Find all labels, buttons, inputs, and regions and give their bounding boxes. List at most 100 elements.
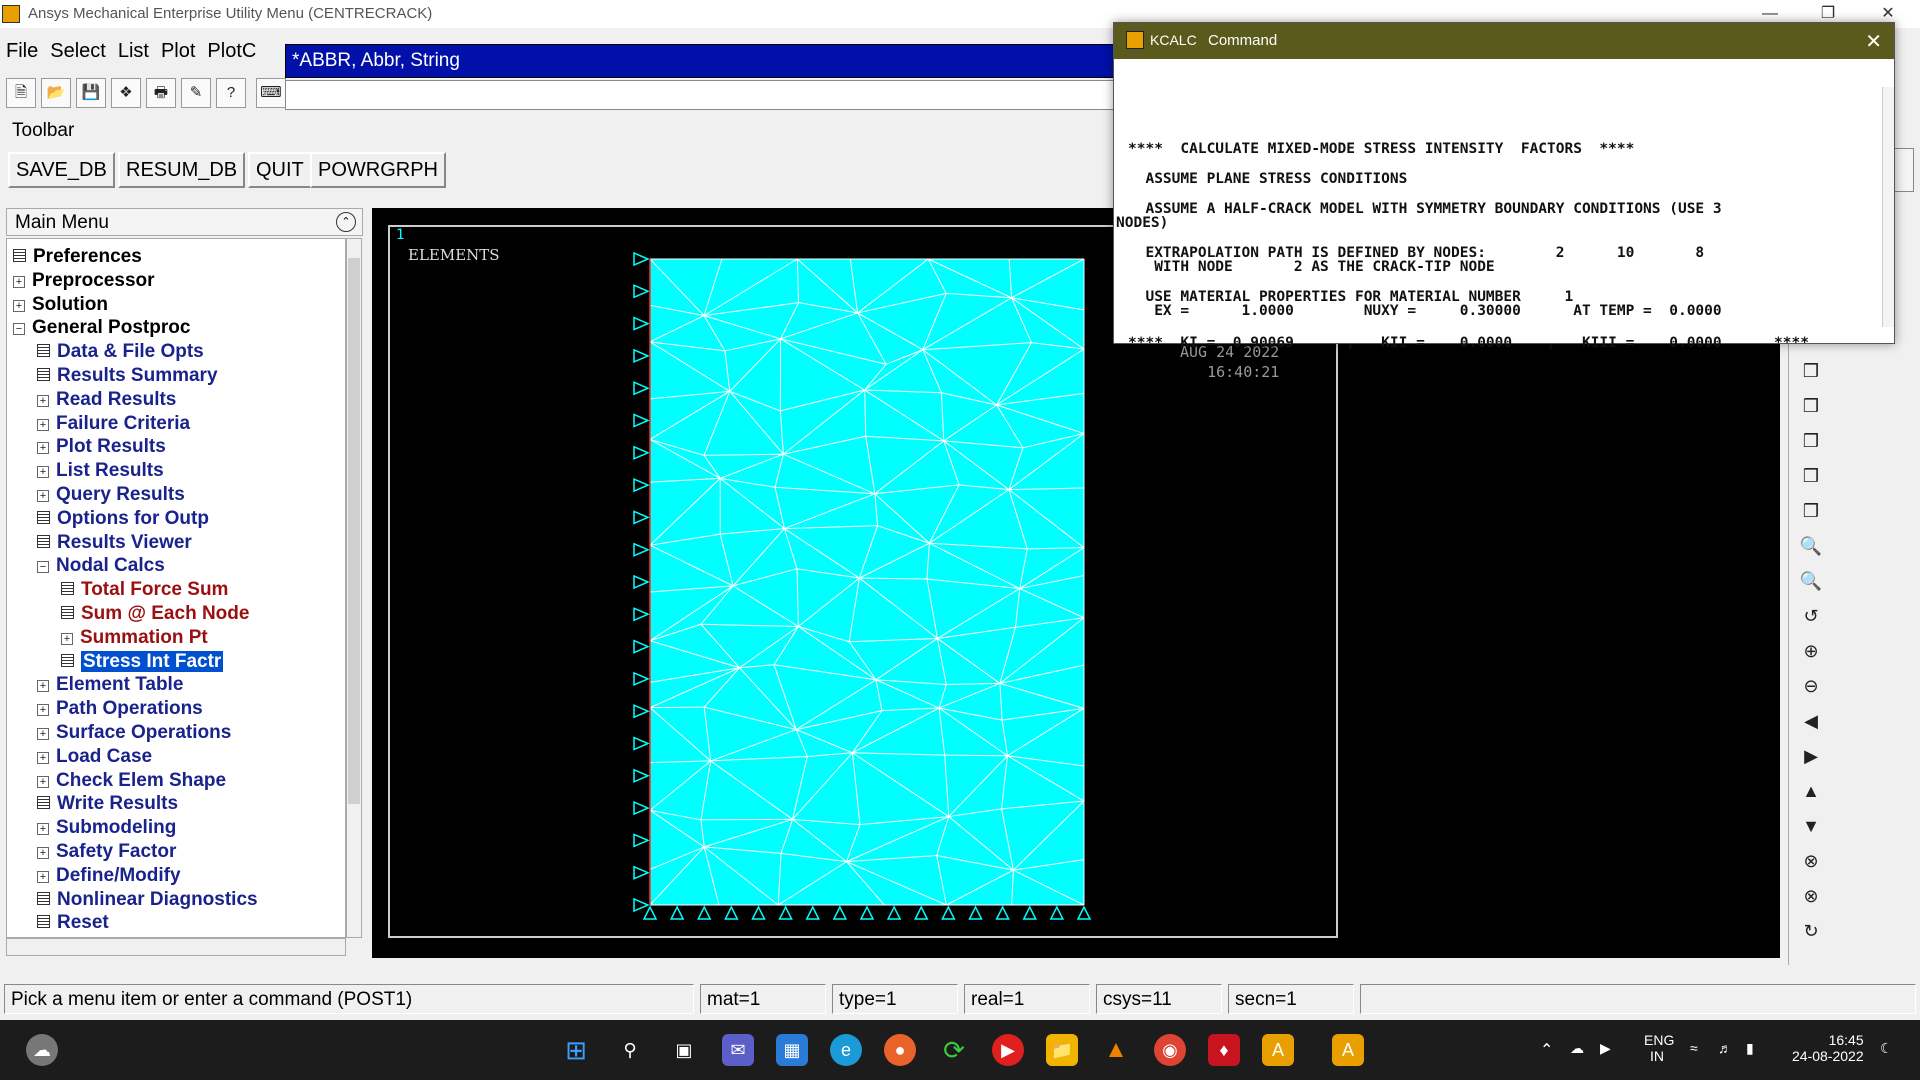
- ansys-active-taskbar-icon[interactable]: A: [1332, 1034, 1364, 1066]
- right-view-icon[interactable]: ❒: [1795, 461, 1827, 491]
- document-icon[interactable]: [37, 510, 50, 524]
- powrgrph-button[interactable]: POWRGRPH: [310, 152, 446, 188]
- pan-right-icon[interactable]: ▶: [1795, 741, 1827, 771]
- expand-icon[interactable]: +: [37, 394, 49, 407]
- tree-item-check-elem-shape[interactable]: + Check Elem Shape: [37, 769, 226, 792]
- pan-down-icon[interactable]: ▼: [1795, 811, 1827, 841]
- chevron-up-icon[interactable]: ⌃: [1540, 1040, 1553, 1060]
- store-icon[interactable]: ▦: [776, 1034, 808, 1066]
- zoom-fit-icon[interactable]: 🔍: [1795, 531, 1827, 561]
- rotate-z-icon[interactable]: ↻: [1795, 916, 1827, 946]
- new-file-icon[interactable]: 🗎: [6, 78, 36, 108]
- tree-item-read-results[interactable]: + Read Results: [37, 388, 176, 411]
- popup-scrollbar[interactable]: [1882, 87, 1894, 327]
- tree-item-results-viewer[interactable]: Results Viewer: [37, 531, 192, 554]
- ansys-taskbar-icon[interactable]: A: [1262, 1034, 1294, 1066]
- tree-item-submodeling[interactable]: + Submodeling: [37, 816, 176, 839]
- tree-item-element-table[interactable]: + Element Table: [37, 673, 183, 696]
- battery-icon[interactable]: ▮: [1746, 1040, 1754, 1057]
- volume-icon[interactable]: ♬: [1718, 1040, 1732, 1056]
- tree-item-preferences[interactable]: Preferences: [13, 245, 142, 268]
- resume-db-button[interactable]: RESUM_DB: [118, 152, 246, 188]
- tree-item-general-postproc[interactable]: − General Postproc: [13, 316, 190, 339]
- tree-item-plot-results[interactable]: + Plot Results: [37, 435, 166, 458]
- top-view-icon[interactable]: ❒: [1795, 426, 1827, 456]
- tree-item-preprocessor[interactable]: + Preprocessor: [13, 269, 155, 292]
- tree-item-load-case[interactable]: + Load Case: [37, 745, 152, 768]
- tree-item-nodal-calcs[interactable]: − Nodal Calcs: [37, 554, 165, 577]
- do-not-disturb-icon[interactable]: ☾: [1880, 1040, 1893, 1057]
- document-icon[interactable]: [37, 796, 50, 810]
- youtube-icon[interactable]: ▶: [992, 1034, 1024, 1066]
- expand-icon[interactable]: +: [37, 466, 49, 479]
- expand-icon[interactable]: +: [37, 728, 49, 740]
- expand-icon[interactable]: +: [37, 680, 49, 693]
- tree-item-sum-each-node[interactable]: Sum @ Each Node: [61, 602, 249, 625]
- front-view-icon[interactable]: ❒: [1795, 391, 1827, 421]
- task-view-icon[interactable]: ▣: [668, 1034, 700, 1066]
- collapse-icon[interactable]: −: [37, 561, 49, 574]
- collapse-icon[interactable]: −: [13, 323, 25, 336]
- tree-item-failure-criteria[interactable]: + Failure Criteria: [37, 412, 190, 435]
- pan-up-icon[interactable]: ▲: [1795, 776, 1827, 806]
- menu-select[interactable]: Select: [44, 36, 112, 63]
- pan-left-icon[interactable]: ◀: [1795, 706, 1827, 736]
- document-icon[interactable]: [37, 915, 50, 929]
- expand-icon[interactable]: +: [13, 275, 25, 288]
- start-icon[interactable]: ⊞: [560, 1034, 592, 1066]
- document-icon[interactable]: [61, 582, 74, 596]
- collapse-icon[interactable]: ⌃: [336, 212, 356, 232]
- document-icon[interactable]: [37, 344, 50, 358]
- tree-item-stress-int-factr[interactable]: Stress Int Factr: [61, 650, 224, 673]
- document-icon[interactable]: [37, 891, 50, 905]
- refresh-app-icon[interactable]: ⟳: [938, 1034, 970, 1066]
- save-icon[interactable]: 💾: [76, 78, 106, 108]
- expand-icon[interactable]: +: [37, 442, 49, 455]
- bluetooth-icon[interactable]: ▶: [1600, 1040, 1611, 1057]
- document-icon[interactable]: [37, 534, 50, 548]
- edge-icon[interactable]: e: [830, 1034, 862, 1066]
- onedrive-icon[interactable]: ☁: [1570, 1040, 1584, 1057]
- rotate-y-icon[interactable]: ⊗: [1795, 881, 1827, 911]
- clock[interactable]: 16:45 24-08-2022: [1792, 1032, 1864, 1064]
- zoom-out-icon[interactable]: ⊖: [1795, 671, 1827, 701]
- expand-icon[interactable]: +: [37, 704, 49, 717]
- tree-item-data-file-opts[interactable]: Data & File Opts: [37, 340, 204, 363]
- firefox-icon[interactable]: ●: [884, 1034, 916, 1066]
- weather-icon[interactable]: ☁: [26, 1034, 58, 1066]
- tree-item-reset[interactable]: Reset: [37, 911, 109, 934]
- tree-item-options-for-outp[interactable]: Options for Outp: [37, 507, 209, 530]
- search-icon[interactable]: ⚲: [614, 1034, 646, 1066]
- tree-item-query-results[interactable]: + Query Results: [37, 483, 185, 506]
- tree-item-define-modify[interactable]: + Define/Modify: [37, 864, 181, 887]
- save-db-button[interactable]: SAVE_DB: [8, 152, 115, 188]
- rotate-x-icon[interactable]: ⊗: [1795, 846, 1827, 876]
- zoom-icon[interactable]: 🔍: [1795, 566, 1827, 596]
- vlc-icon[interactable]: ▲: [1100, 1034, 1132, 1066]
- menu-list[interactable]: List: [112, 36, 155, 63]
- tree-item-total-force-sum[interactable]: Total Force Sum: [61, 578, 228, 601]
- iso-view-icon[interactable]: ❒: [1795, 356, 1827, 386]
- tree-horizontal-scrollbar[interactable]: [6, 938, 346, 956]
- expand-icon[interactable]: +: [13, 299, 25, 312]
- tree-item-path-operations[interactable]: + Path Operations: [37, 697, 203, 720]
- zoom-in-icon[interactable]: ⊕: [1795, 636, 1827, 666]
- tree-item-nonlinear-diagnostics[interactable]: Nonlinear Diagnostics: [37, 888, 258, 911]
- oblique-view-icon[interactable]: ❒: [1795, 496, 1827, 526]
- chrome-icon[interactable]: ◉: [1154, 1034, 1186, 1066]
- expand-icon[interactable]: +: [37, 751, 49, 764]
- expand-icon[interactable]: +: [37, 823, 49, 836]
- file-explorer-icon[interactable]: 📁: [1046, 1034, 1078, 1066]
- right-toolbar-scroll[interactable]: [1892, 148, 1914, 192]
- command-dropdown[interactable]: *ABBR, Abbr, String: [285, 44, 1197, 78]
- tree-item-summation-pt[interactable]: + Summation Pt: [61, 626, 208, 649]
- document-icon[interactable]: [61, 653, 74, 667]
- tree-item-list-results[interactable]: + List Results: [37, 459, 164, 482]
- tree-item-results-summary[interactable]: Results Summary: [37, 364, 218, 387]
- menu-plot[interactable]: Plot: [155, 36, 201, 63]
- expand-icon[interactable]: +: [37, 490, 49, 502]
- menu-plotctrls[interactable]: PlotC: [201, 36, 262, 63]
- tree-item-write-results[interactable]: Write Results: [37, 792, 178, 815]
- expand-icon[interactable]: +: [37, 870, 49, 883]
- teams-chat-icon[interactable]: ✉: [722, 1034, 754, 1066]
